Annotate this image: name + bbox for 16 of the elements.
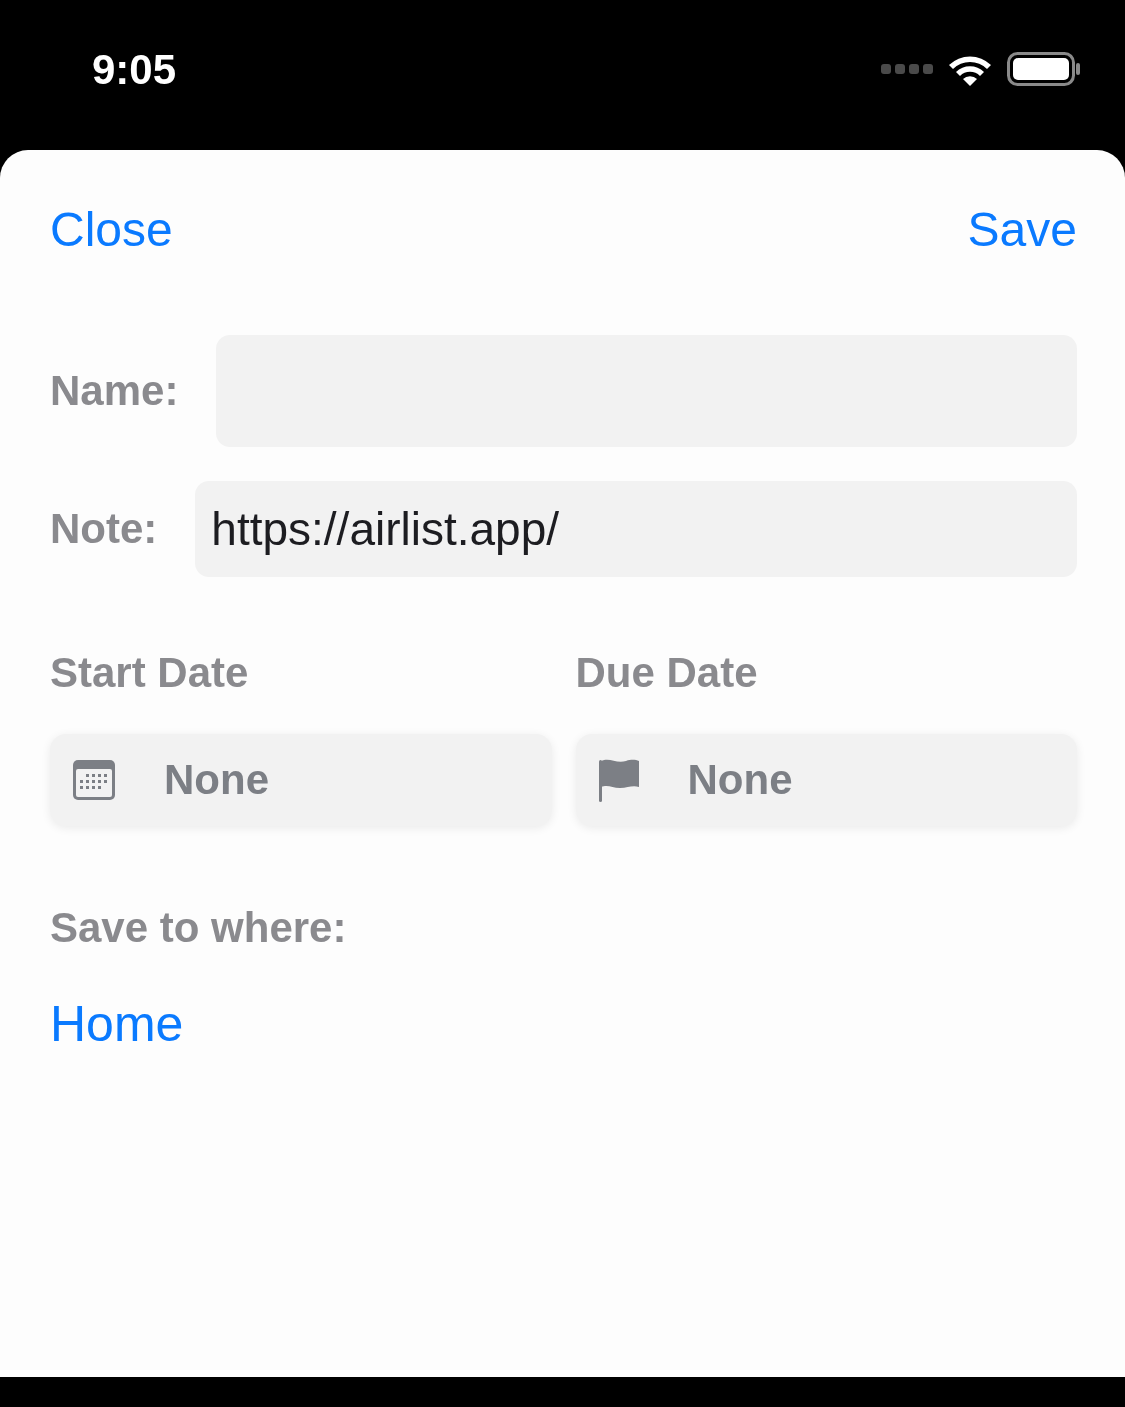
date-button[interactable]: None [575, 733, 1077, 826]
date-button[interactable]: None [50, 733, 552, 826]
close-button[interactable]: Close [50, 204, 173, 257]
destination-link[interactable]: Home [50, 986, 184, 1062]
date-label: Due Date [575, 647, 759, 698]
status-time: 9:05 [92, 44, 177, 95]
battery-icon [1007, 52, 1081, 86]
flag-icon [597, 757, 640, 802]
field-label: Name: [50, 366, 179, 417]
signal-icon [881, 63, 933, 75]
calendar-icon [72, 758, 116, 801]
input-field[interactable]: https://airlist.app/ [195, 480, 1077, 577]
date-label: Start Date [50, 647, 250, 698]
save-button[interactable]: Save [967, 204, 1077, 257]
section-label: Save to where: [50, 902, 348, 953]
field-label: Note: [50, 504, 158, 555]
